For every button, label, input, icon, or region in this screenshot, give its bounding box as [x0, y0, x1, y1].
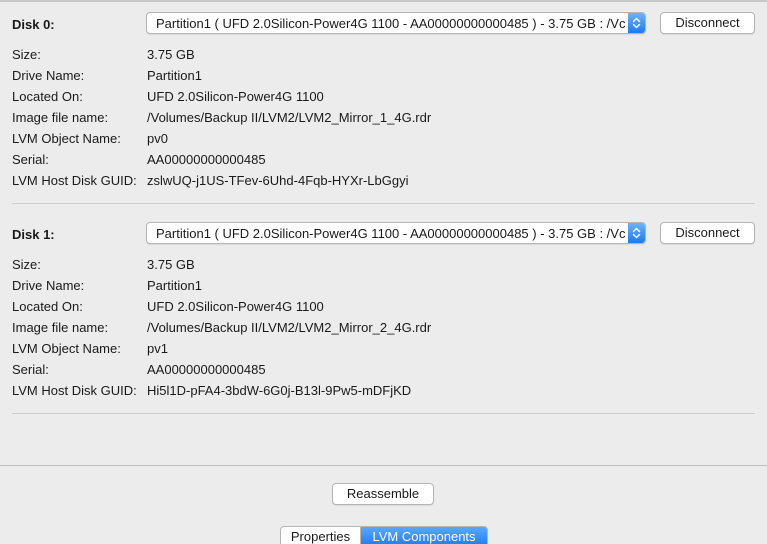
field-label: Drive Name: [12, 68, 85, 83]
disk-0-image-file-row: Image file name: /Volumes/Backup II/LVM2… [0, 110, 767, 128]
disk-1-guid-row: LVM Host Disk GUID: Hi5l1D-pFA4-3bdW-6G0… [0, 383, 767, 401]
field-label: LVM Host Disk GUID: [12, 383, 137, 398]
disk-0-title: Disk 0: [12, 17, 55, 32]
field-label: Serial: [12, 152, 49, 167]
field-label: LVM Host Disk GUID: [12, 173, 137, 188]
disk-1-partition-value: Partition1 ( UFD 2.0Silicon-Power4G 1100… [156, 226, 626, 241]
field-value: UFD 2.0Silicon-Power4G 1100 [147, 89, 324, 104]
field-value: Partition1 [147, 278, 202, 293]
disk-1-size-row: Size: 3.75 GB [0, 257, 767, 275]
field-label: Size: [12, 257, 41, 272]
view-tab-bar: Properties LVM Components [280, 526, 488, 544]
disk-separator [12, 413, 755, 414]
field-value: zslwUQ-j1US-TFev-6Uhd-4Fqb-HYXr-LbGgyi [147, 173, 409, 188]
field-value: pv0 [147, 131, 168, 146]
field-value: pv1 [147, 341, 168, 356]
field-label: Image file name: [12, 110, 109, 125]
disk-0-lvm-object-row: LVM Object Name: pv0 [0, 131, 767, 149]
disk-0-guid-row: LVM Host Disk GUID: zslwUQ-j1US-TFev-6Uh… [0, 173, 767, 191]
disk-1-serial-row: Serial: AA00000000000485 [0, 362, 767, 380]
footer-divider [0, 465, 767, 466]
disk-1-header: Disk 1: Partition1 ( UFD 2.0Silicon-Powe… [0, 222, 767, 246]
field-value: 3.75 GB [147, 257, 195, 272]
disk-1-image-file-row: Image file name: /Volumes/Backup II/LVM2… [0, 320, 767, 338]
tab-lvm-components[interactable]: LVM Components [361, 527, 487, 544]
disk-1-disconnect-button[interactable]: Disconnect [660, 222, 755, 244]
field-value: Hi5l1D-pFA4-3bdW-6G0j-B13l-9Pw5-mDFjKD [147, 383, 412, 398]
disk-0-partition-select[interactable]: Partition1 ( UFD 2.0Silicon-Power4G 1100… [146, 12, 646, 34]
reassemble-button[interactable]: Reassemble [332, 483, 434, 505]
disk-1-partition-select[interactable]: Partition1 ( UFD 2.0Silicon-Power4G 1100… [146, 222, 646, 244]
field-value: Partition1 [147, 68, 202, 83]
disk-0-drive-name-row: Drive Name: Partition1 [0, 68, 767, 86]
field-value: /Volumes/Backup II/LVM2/LVM2_Mirror_2_4G… [147, 320, 432, 335]
field-value: UFD 2.0Silicon-Power4G 1100 [147, 299, 324, 314]
field-label: Serial: [12, 362, 49, 377]
disk-1-drive-name-row: Drive Name: Partition1 [0, 278, 767, 296]
field-label: Located On: [12, 299, 83, 314]
field-label: LVM Object Name: [12, 341, 121, 356]
up-down-chevron-icon [628, 223, 645, 243]
disk-1-title: Disk 1: [12, 227, 55, 242]
disk-separator [12, 203, 755, 204]
field-value: /Volumes/Backup II/LVM2/LVM2_Mirror_1_4G… [147, 110, 432, 125]
field-label: Image file name: [12, 320, 109, 335]
up-down-chevron-icon [628, 13, 645, 33]
field-value: AA00000000000485 [147, 152, 266, 167]
field-value: 3.75 GB [147, 47, 195, 62]
field-label: Drive Name: [12, 278, 85, 293]
disk-1-lvm-object-row: LVM Object Name: pv1 [0, 341, 767, 359]
disk-0-size-row: Size: 3.75 GB [0, 47, 767, 65]
tab-properties[interactable]: Properties [281, 527, 361, 544]
disk-0-located-on-row: Located On: UFD 2.0Silicon-Power4G 1100 [0, 89, 767, 107]
disk-0-disconnect-button[interactable]: Disconnect [660, 12, 755, 34]
disk-0-partition-value: Partition1 ( UFD 2.0Silicon-Power4G 1100… [156, 16, 626, 31]
disk-1-located-on-row: Located On: UFD 2.0Silicon-Power4G 1100 [0, 299, 767, 317]
disk-0-header: Disk 0: Partition1 ( UFD 2.0Silicon-Powe… [0, 12, 767, 36]
field-label: Size: [12, 47, 41, 62]
field-label: Located On: [12, 89, 83, 104]
disk-0-serial-row: Serial: AA00000000000485 [0, 152, 767, 170]
field-value: AA00000000000485 [147, 362, 266, 377]
field-label: LVM Object Name: [12, 131, 121, 146]
lvm-components-panel: Disk 0: Partition1 ( UFD 2.0Silicon-Powe… [0, 2, 767, 466]
